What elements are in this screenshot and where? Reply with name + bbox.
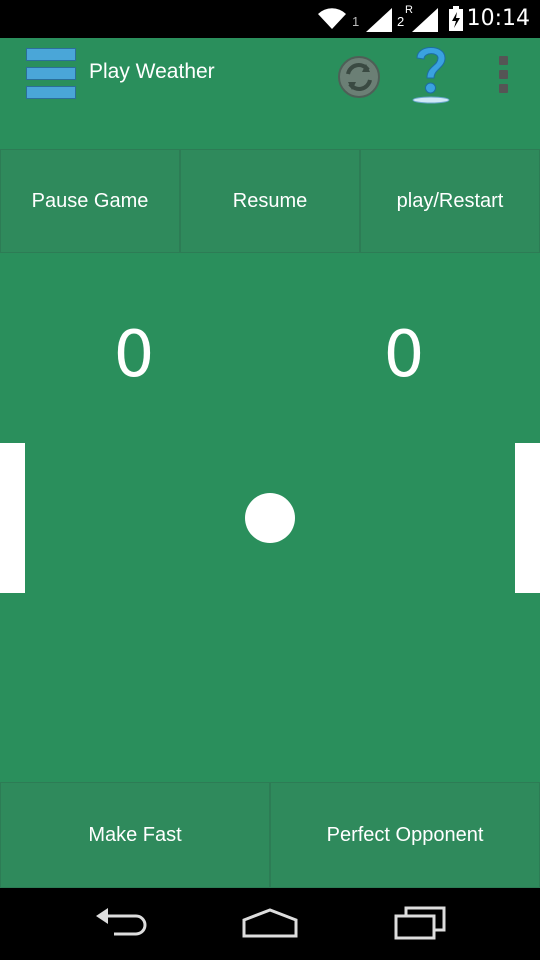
left-paddle[interactable] bbox=[0, 443, 25, 593]
navigation-bar bbox=[0, 888, 540, 960]
signal-roaming-icon bbox=[412, 8, 438, 32]
overflow-menu-icon[interactable] bbox=[494, 56, 514, 94]
resume-button[interactable]: Resume bbox=[180, 149, 360, 253]
refresh-icon[interactable] bbox=[336, 54, 382, 100]
ball bbox=[245, 493, 295, 543]
menu-icon[interactable] bbox=[26, 48, 78, 100]
app-bar: Play Weather bbox=[0, 38, 540, 112]
play-restart-button[interactable]: play/Restart bbox=[360, 149, 540, 253]
right-paddle bbox=[515, 443, 540, 593]
top-controls: Pause Game Resume play/Restart bbox=[0, 149, 540, 253]
wifi-icon bbox=[318, 8, 346, 30]
score-right: 0 bbox=[383, 318, 425, 392]
back-icon[interactable] bbox=[92, 906, 148, 942]
sim2-label: 2 bbox=[397, 14, 405, 29]
pause-game-button[interactable]: Pause Game bbox=[0, 149, 180, 253]
home-icon[interactable] bbox=[240, 906, 300, 942]
bottom-controls: Make Fast Perfect Opponent bbox=[0, 782, 540, 888]
help-icon[interactable] bbox=[408, 42, 454, 104]
status-bar: 1 2 R 10:14 bbox=[0, 0, 540, 38]
recents-icon[interactable] bbox=[392, 906, 448, 942]
status-clock: 10:14 bbox=[466, 6, 530, 31]
battery-charging-icon bbox=[449, 6, 463, 31]
perfect-opponent-button[interactable]: Perfect Opponent bbox=[270, 782, 540, 888]
make-fast-button[interactable]: Make Fast bbox=[0, 782, 270, 888]
sim1-label: 1 bbox=[352, 14, 360, 29]
score-left: 0 bbox=[113, 318, 155, 392]
app-title: Play Weather bbox=[89, 60, 215, 83]
signal-icon bbox=[366, 8, 392, 32]
